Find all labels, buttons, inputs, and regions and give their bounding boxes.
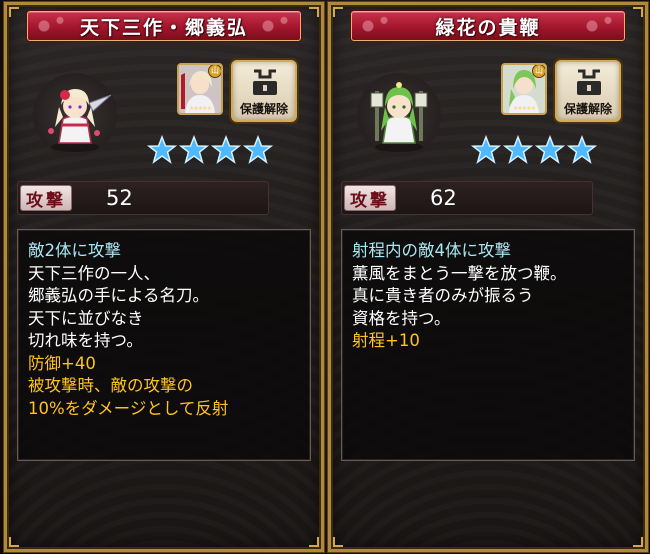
star-icon xyxy=(211,135,241,164)
item-title-bar: 緑花の貴鞭 xyxy=(351,11,625,41)
rarity-stars xyxy=(147,135,273,165)
rank-badge-icon: 山 xyxy=(208,65,221,78)
description-line: 敵2体に攻撃 xyxy=(28,241,121,260)
rarity-stars-icon: ★★★★★ xyxy=(189,105,212,112)
rarity-stars-icon: ★★★★★ xyxy=(513,105,536,112)
protection-release-label: 保護解除 xyxy=(563,102,612,116)
star-icon xyxy=(471,135,501,164)
frame-corner xyxy=(633,537,643,547)
blossom-ornament xyxy=(580,12,620,40)
description-line: 被攻撃時、敵の攻撃の xyxy=(28,376,193,395)
attack-stat-label: 攻撃 xyxy=(344,185,396,211)
star-icon xyxy=(503,135,533,164)
equipment-compare-screen: 天下三作・郷義弘 山 ★★★★★ 保護解除 攻撃 52 敵2体に攻撃 天下三作の… xyxy=(0,0,650,554)
item-title-bar: 天下三作・郷義弘 xyxy=(27,11,301,41)
protection-release-button[interactable]: 保護解除 xyxy=(231,60,297,122)
item-sprite-whip-girl xyxy=(357,73,441,157)
unlock-icon xyxy=(577,69,601,95)
item-description-box: 射程内の敵4体に攻撃 薫風をまとう一撃を放つ鞭。 真に貴き者のみが振るう 資格を… xyxy=(341,229,635,461)
item-description-box: 敵2体に攻撃 天下三作の一人、 郷義弘の手による名刀。 天下に並びなき 切れ味を… xyxy=(17,229,311,461)
star-icon xyxy=(179,135,209,164)
description-line: 防御+40 xyxy=(28,353,96,373)
description-line: 資格を持つ。 xyxy=(352,308,451,328)
frame-corner xyxy=(9,7,19,17)
frame-corner xyxy=(9,537,19,547)
attack-stat-bar: 攻撃 62 xyxy=(341,181,593,215)
frame-corner xyxy=(633,7,643,17)
protection-release-button[interactable]: 保護解除 xyxy=(555,60,621,122)
protection-release-label: 保護解除 xyxy=(239,102,288,116)
unlock-icon xyxy=(253,69,277,95)
attack-stat-value: 52 xyxy=(106,186,133,210)
description-line: 射程内の敵4体に攻撃 xyxy=(352,241,511,260)
attack-stat-bar: 攻撃 52 xyxy=(17,181,269,215)
star-icon xyxy=(567,135,597,164)
item-card-left: 天下三作・郷義弘 山 ★★★★★ 保護解除 攻撃 52 敵2体に攻撃 天下三作の… xyxy=(3,1,325,553)
star-icon xyxy=(243,135,273,164)
rank-badge-icon: 山 xyxy=(532,65,545,78)
description-line: 郷義弘の手による名刀。 xyxy=(28,286,210,305)
description-line: 天下三作の一人、 xyxy=(28,263,160,283)
attack-stat-label: 攻撃 xyxy=(20,185,72,211)
frame-corner xyxy=(309,7,319,17)
frame-corner xyxy=(333,537,343,547)
item-title: 天下三作・郷義弘 xyxy=(79,16,248,39)
blossom-ornament xyxy=(256,12,296,40)
description-line: 天下に並びなき xyxy=(28,308,144,328)
blossom-ornament xyxy=(356,12,396,40)
frame-corner xyxy=(333,7,343,17)
item-sprite-sword-girl xyxy=(33,73,117,157)
character-portrait[interactable]: 山 ★★★★★ xyxy=(177,63,223,115)
description-line: 真に貴き者のみが振るう xyxy=(352,286,534,305)
item-title: 緑花の貴鞭 xyxy=(435,16,541,39)
description-line: 切れ味を持つ。 xyxy=(28,331,143,350)
description-line: 10%をダメージとして反射 xyxy=(28,398,229,418)
rarity-stars xyxy=(471,135,597,165)
item-card-right: 緑花の貴鞭 山 ★★★★★ 保護解除 攻撃 62 射程内の敵4体に攻撃 薫風をま… xyxy=(327,1,649,553)
star-icon xyxy=(535,135,565,164)
description-line: 射程+10 xyxy=(352,331,420,350)
star-icon xyxy=(147,135,177,164)
attack-stat-value: 62 xyxy=(430,186,457,210)
character-portrait[interactable]: 山 ★★★★★ xyxy=(501,63,547,115)
description-line: 薫風をまとう一撃を放つ鞭。 xyxy=(352,263,567,283)
frame-corner xyxy=(309,537,319,547)
blossom-ornament xyxy=(32,12,72,40)
